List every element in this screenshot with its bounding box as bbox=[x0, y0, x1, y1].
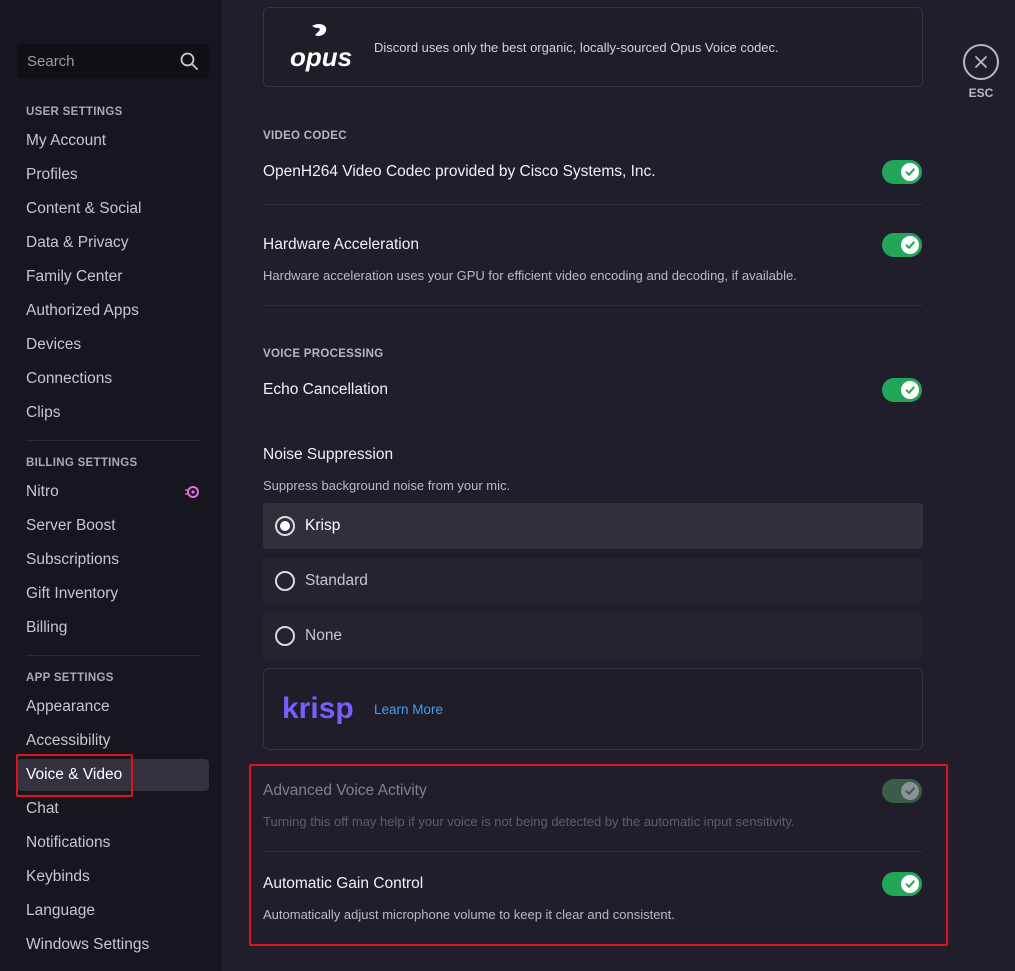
billing-settings-header: BILLING SETTINGS bbox=[26, 457, 138, 469]
sidebar-item-family-center[interactable]: Family Center bbox=[17, 261, 209, 293]
krisp-logo: krisp bbox=[282, 692, 354, 725]
sidebar-item-language[interactable]: Language bbox=[17, 895, 209, 927]
settings-sidebar: Search USER SETTINGS My Account Profiles… bbox=[0, 0, 222, 971]
radio-option-standard[interactable]: Standard bbox=[263, 558, 923, 604]
noise-suppression-title: Noise Suppression bbox=[263, 446, 394, 463]
sidebar-item-server-boost[interactable]: Server Boost bbox=[17, 510, 209, 542]
automatic-gain-control-title: Automatic Gain Control bbox=[263, 875, 424, 892]
openh264-title: OpenH264 Video Codec provided by Cisco S… bbox=[263, 163, 656, 180]
search-icon bbox=[180, 52, 198, 70]
close-settings[interactable]: ESC bbox=[963, 44, 999, 100]
sidebar-item-label: Nitro bbox=[26, 483, 59, 500]
sidebar-item-keybinds[interactable]: Keybinds bbox=[17, 861, 209, 893]
sidebar-item-content-social[interactable]: Content & Social bbox=[17, 193, 209, 225]
learn-more-link[interactable]: Learn More bbox=[374, 702, 443, 717]
sidebar-item-appearance[interactable]: Appearance bbox=[17, 691, 209, 723]
opus-card: opus Discord uses only the best organic,… bbox=[263, 7, 923, 87]
sidebar-item-my-account[interactable]: My Account bbox=[17, 125, 209, 157]
sidebar-item-notifications[interactable]: Notifications bbox=[17, 827, 209, 859]
radio-option-krisp[interactable]: Krisp bbox=[263, 503, 923, 549]
hardware-acceleration-toggle[interactable] bbox=[882, 233, 922, 257]
opus-description: Discord uses only the best organic, loca… bbox=[374, 39, 779, 55]
check-icon bbox=[901, 163, 919, 181]
opus-logo-text: opus bbox=[290, 42, 352, 72]
radio-option-label: None bbox=[305, 627, 343, 644]
advanced-voice-activity-description: Turning this off may help if your voice … bbox=[263, 814, 795, 829]
nitro-icon bbox=[185, 486, 199, 498]
check-icon bbox=[901, 782, 919, 800]
search-placeholder: Search bbox=[27, 52, 75, 70]
sidebar-item-profiles[interactable]: Profiles bbox=[17, 159, 209, 191]
sidebar-item-accessibility[interactable]: Accessibility bbox=[17, 725, 209, 757]
radio-option-none[interactable]: None bbox=[263, 613, 923, 659]
radio-selected-icon bbox=[275, 516, 295, 536]
check-icon bbox=[901, 381, 919, 399]
noise-suppression-description: Suppress background noise from your mic. bbox=[263, 478, 511, 493]
divider bbox=[263, 305, 923, 306]
radio-option-label: Krisp bbox=[305, 517, 341, 534]
voice-processing-label: VOICE PROCESSING bbox=[263, 348, 384, 360]
sidebar-divider bbox=[26, 440, 200, 441]
sidebar-item-windows-settings[interactable]: Windows Settings bbox=[17, 929, 209, 961]
divider bbox=[263, 204, 923, 205]
echo-cancellation-title: Echo Cancellation bbox=[263, 381, 388, 398]
radio-unselected-icon bbox=[275, 571, 295, 591]
advanced-voice-activity-title: Advanced Voice Activity bbox=[263, 782, 427, 799]
krisp-card: krisp Learn More bbox=[263, 668, 923, 750]
sidebar-divider bbox=[26, 655, 200, 656]
echo-cancellation-toggle[interactable] bbox=[882, 378, 922, 402]
sidebar-item-authorized-apps[interactable]: Authorized Apps bbox=[17, 295, 209, 327]
radio-option-label: Standard bbox=[305, 572, 368, 589]
opus-logo: opus bbox=[290, 23, 352, 72]
advanced-voice-activity-toggle[interactable] bbox=[882, 779, 922, 803]
radio-unselected-icon bbox=[275, 626, 295, 646]
app-settings-header: APP SETTINGS bbox=[26, 672, 114, 684]
krisp-logo-text: krisp bbox=[282, 692, 354, 725]
esc-label: ESC bbox=[968, 86, 994, 100]
sidebar-item-chat[interactable]: Chat bbox=[17, 793, 209, 825]
automatic-gain-control-toggle[interactable] bbox=[882, 872, 922, 896]
check-icon bbox=[901, 236, 919, 254]
sidebar-item-clips[interactable]: Clips bbox=[17, 397, 209, 429]
sidebar-item-connections[interactable]: Connections bbox=[17, 363, 209, 395]
sidebar-item-subscriptions[interactable]: Subscriptions bbox=[17, 544, 209, 576]
user-settings-header: USER SETTINGS bbox=[26, 106, 123, 118]
hardware-acceleration-title: Hardware Acceleration bbox=[263, 236, 419, 253]
sidebar-item-billing[interactable]: Billing bbox=[17, 612, 209, 644]
sidebar-item-gift-inventory[interactable]: Gift Inventory bbox=[17, 578, 209, 610]
openh264-toggle[interactable] bbox=[882, 160, 922, 184]
search-input[interactable]: Search bbox=[17, 44, 209, 78]
sidebar-item-voice-video[interactable]: Voice & Video bbox=[17, 759, 209, 791]
close-button[interactable] bbox=[963, 44, 999, 80]
voice-video-settings: opus Discord uses only the best organic,… bbox=[222, 0, 1015, 971]
hardware-acceleration-description: Hardware acceleration uses your GPU for … bbox=[263, 268, 797, 283]
divider bbox=[263, 851, 923, 852]
automatic-gain-control-description: Automatically adjust microphone volume t… bbox=[263, 907, 675, 922]
video-codec-label: VIDEO CODEC bbox=[263, 130, 347, 142]
sidebar-item-nitro[interactable]: Nitro bbox=[17, 476, 209, 508]
check-icon bbox=[901, 875, 919, 893]
sidebar-item-devices[interactable]: Devices bbox=[17, 329, 209, 361]
close-icon bbox=[975, 56, 987, 68]
sidebar-item-data-privacy[interactable]: Data & Privacy bbox=[17, 227, 209, 259]
